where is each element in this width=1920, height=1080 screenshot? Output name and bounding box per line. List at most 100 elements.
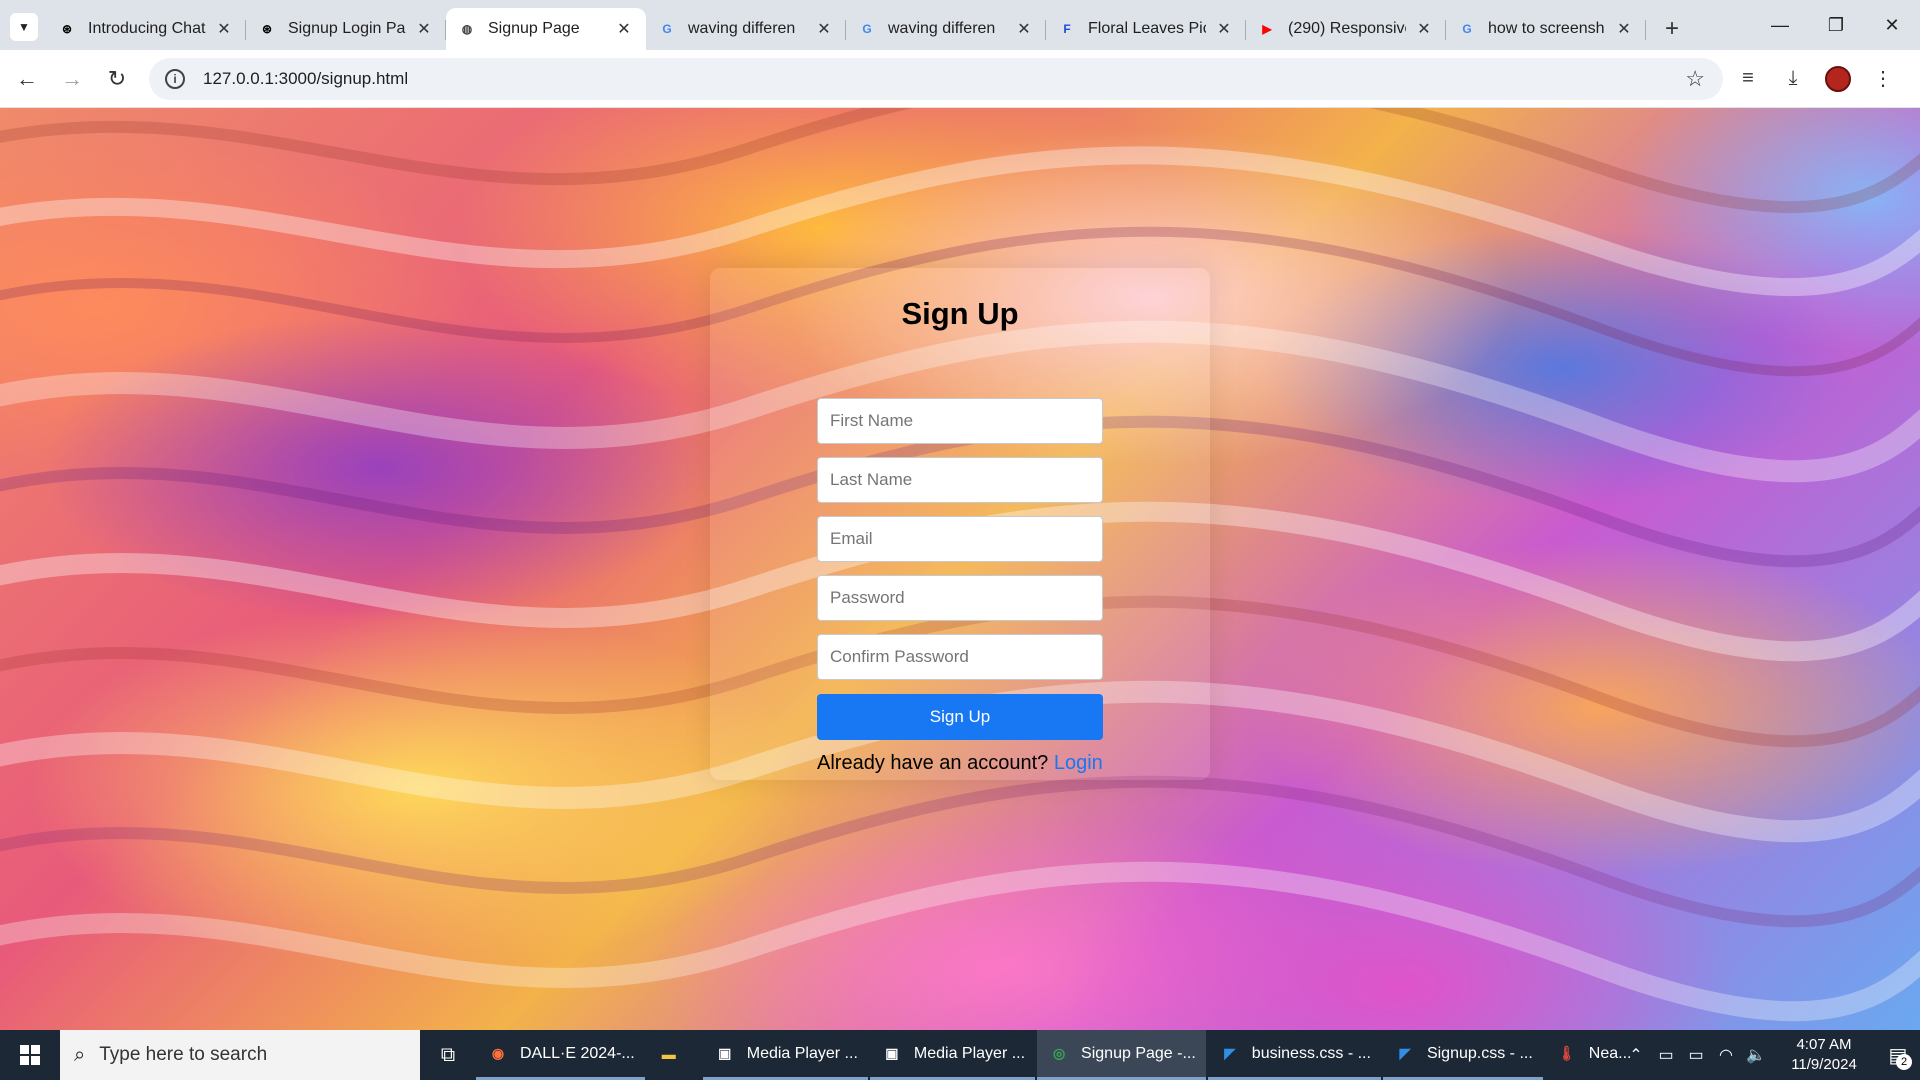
close-tab-icon[interactable]: ✕ [214, 19, 234, 39]
close-tab-icon[interactable]: ✕ [1614, 19, 1634, 39]
windows-taskbar: ⌕ Type here to search ⧉ ◉ DALL·E 2024-...… [0, 1030, 1920, 1080]
reload-icon: ↻ [107, 65, 127, 91]
windows-icon [20, 1045, 40, 1065]
email-input[interactable] [817, 516, 1103, 562]
google-icon: G [862, 22, 872, 36]
tab-title: Signup Page [488, 20, 580, 37]
taskbar-app[interactable]: ◤ Signup.css - ... [1382, 1030, 1543, 1080]
tab-title: Floral Leaves Pic [1088, 20, 1206, 37]
file-explorer-icon: ▬ [661, 1045, 676, 1062]
new-tab-button[interactable]: + [1656, 13, 1688, 45]
browser-tab[interactable]: ⊛ Introducing Chat ✕ [46, 8, 246, 50]
page-background: Sign Up [0, 108, 1920, 1030]
minimize-button[interactable]: — [1752, 0, 1808, 50]
address-url[interactable]: 127.0.0.1:3000/signup.html [203, 69, 1685, 89]
chevron-up-icon[interactable]: ⌃ [1622, 1045, 1650, 1065]
media-player-icon: ▣ [718, 1045, 732, 1061]
taskbar-app-label: business.css - ... [1251, 1044, 1371, 1062]
arrow-right-icon: → [61, 65, 83, 91]
menu-button[interactable]: ⋮ [1863, 59, 1903, 99]
page-title: Sign Up [901, 296, 1019, 331]
taskbar-app[interactable]: ▣ Media Player ... [702, 1030, 868, 1080]
browser-tab[interactable]: F Floral Leaves Pic ✕ [1046, 8, 1246, 50]
battery-icon[interactable]: ▭ [1682, 1045, 1710, 1065]
openai-icon: ⊛ [61, 22, 73, 36]
downloads-button[interactable]: ⤓ [1773, 59, 1813, 99]
kebab-menu-icon: ⋮ [1873, 68, 1893, 90]
tab-title: waving differen [888, 20, 996, 37]
taskbar-app[interactable]: ▣ Media Player ... [869, 1030, 1036, 1080]
system-tray: ⌃ ▭ ▭ ◠ 🔈 4:07 AM 11/9/2024 ▤ 2 [1622, 1030, 1920, 1080]
media-player-icon: ▣ [885, 1045, 899, 1061]
browser-tab-strip: ▼ ⊛ Introducing Chat ✕ ⊛ Signup Login Pa ✕ ◍ Si… [0, 0, 1920, 50]
taskbar-clock[interactable]: 4:07 AM 11/9/2024 [1780, 1035, 1868, 1075]
confirm-password-input[interactable] [817, 634, 1103, 680]
site-info-icon[interactable]: i [165, 68, 185, 89]
taskbar-app-label: Media Player ... [746, 1044, 858, 1062]
start-button[interactable] [0, 1030, 60, 1080]
bookmark-star-icon[interactable]: ☆ [1685, 66, 1705, 92]
plus-icon: + [1664, 15, 1679, 42]
close-tab-icon[interactable]: ✕ [1414, 19, 1434, 39]
forward-button[interactable]: → [54, 61, 90, 97]
address-bar[interactable]: i 127.0.0.1:3000/signup.html ☆ [149, 57, 1723, 100]
close-tab-icon[interactable]: ✕ [414, 19, 434, 39]
close-tab-icon[interactable]: ✕ [1014, 19, 1034, 39]
back-button[interactable]: ← [9, 61, 45, 97]
close-tab-icon[interactable]: ✕ [1214, 19, 1234, 39]
close-tab-icon[interactable]: ✕ [614, 19, 634, 39]
tab-title: how to screensh [1488, 20, 1605, 37]
taskbar-search-placeholder: Type here to search [99, 1044, 268, 1065]
browser-tab[interactable]: ▶ (290) Responsive ✕ [1246, 8, 1446, 50]
wifi-icon[interactable]: ◠ [1712, 1045, 1740, 1065]
signup-button[interactable]: Sign Up [817, 694, 1103, 740]
vscode-icon: ◤ [1399, 1045, 1411, 1061]
playlist-icon: ≡ [1742, 67, 1754, 89]
notification-count-badge: 2 [1896, 1054, 1912, 1070]
taskbar-app-label: Media Player ... [913, 1044, 1026, 1062]
tab-title: Introducing Chat [88, 20, 206, 37]
tab-search-button[interactable]: ▼ [10, 13, 38, 41]
freepik-icon: F [1063, 22, 1071, 36]
taskbar-app-label: Signup.css - ... [1426, 1044, 1533, 1062]
close-window-button[interactable]: ✕ [1864, 0, 1920, 50]
media-control-button[interactable]: ≡ [1728, 59, 1768, 99]
google-icon: G [662, 22, 672, 36]
profile-button[interactable] [1818, 59, 1858, 99]
restore-button[interactable]: ❐ [1808, 0, 1864, 50]
browser-toolbar: ← → ↻ i 127.0.0.1:3000/signup.html ☆ ≡ ⤓… [0, 50, 1920, 108]
youtube-icon: ▶ [1262, 22, 1272, 36]
volume-icon[interactable]: 🔈 [1742, 1045, 1770, 1065]
close-tab-icon[interactable]: ✕ [814, 19, 834, 39]
task-view-button[interactable]: ⧉ [420, 1044, 476, 1067]
close-icon: ✕ [1884, 14, 1900, 35]
browser-tab[interactable]: Gwaving differen ✕ [846, 8, 1046, 50]
notification-button[interactable]: ▤ 2 [1876, 1030, 1920, 1080]
google-icon: G [1462, 22, 1472, 36]
tab-title: waving differen [688, 20, 796, 37]
browser-tab[interactable]: ◍ Signup Page ✕ [446, 8, 646, 50]
login-prompt: Already have an account? Login [817, 752, 1137, 775]
taskbar-app[interactable]: ◎ Signup Page -... [1037, 1030, 1206, 1080]
arrow-left-icon: ← [16, 65, 38, 91]
taskbar-app[interactable]: ◤ business.css - ... [1207, 1030, 1381, 1080]
firefox-icon: ◉ [491, 1045, 505, 1061]
restore-icon: ❐ [1827, 14, 1845, 35]
browser-tab[interactable]: ⊛ Signup Login Pa ✕ [246, 8, 446, 50]
password-input[interactable] [817, 575, 1103, 621]
meet-now-icon[interactable]: ▭ [1652, 1045, 1680, 1065]
reload-button[interactable]: ↻ [99, 61, 135, 97]
minimize-icon: — [1771, 14, 1789, 35]
browser-tab[interactable]: Ghow to screensh ✕ [1446, 8, 1646, 50]
avatar [1825, 65, 1851, 92]
login-link[interactable]: Login [1054, 752, 1103, 774]
taskbar-app[interactable]: ▬ [647, 1030, 701, 1080]
first-name-input[interactable] [817, 398, 1103, 444]
search-icon: ⌕ [74, 1043, 86, 1066]
taskbar-search-box[interactable]: ⌕ Type here to search [60, 1030, 420, 1080]
window-controls: — ❐ ✕ [1752, 0, 1920, 50]
browser-tab[interactable]: Gwaving differen ✕ [646, 8, 846, 50]
login-prompt-text: Already have an account? [817, 752, 1049, 774]
taskbar-app[interactable]: ◉ DALL·E 2024-... [476, 1030, 645, 1080]
last-name-input[interactable] [817, 457, 1103, 503]
